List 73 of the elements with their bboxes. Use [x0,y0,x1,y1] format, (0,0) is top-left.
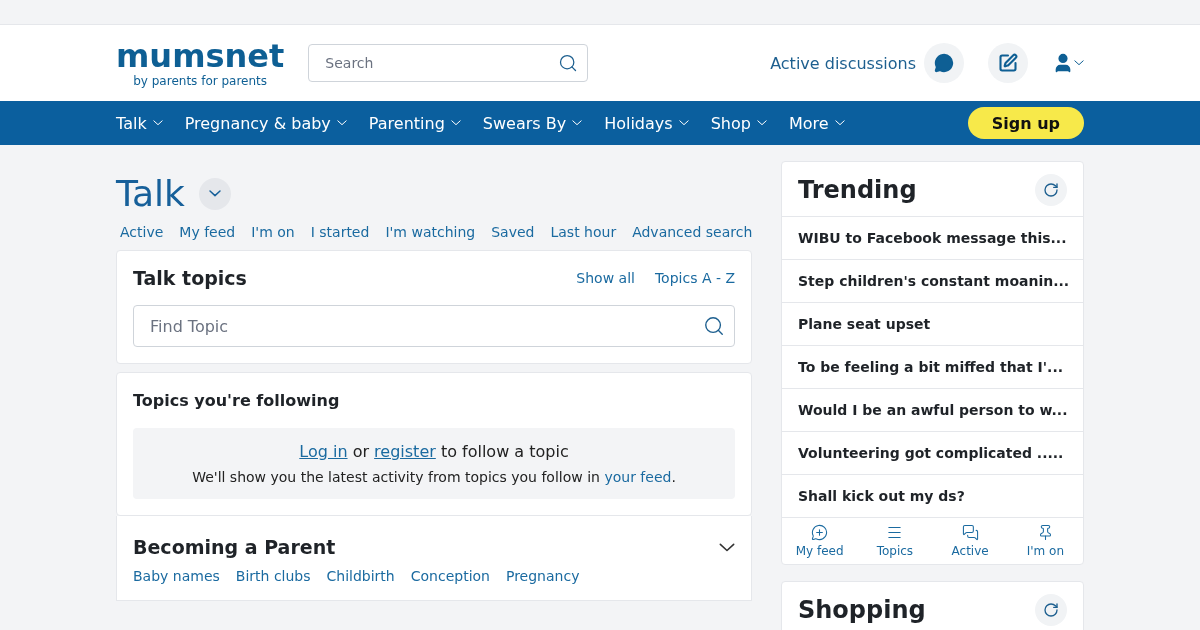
trending-thread-link[interactable]: Would I be an awful person to w... [782,389,1083,432]
topic-link[interactable]: Pregnancy [505,568,580,584]
refresh-icon [1043,182,1059,198]
trending-thread-link[interactable]: Step children's constant moanin... [782,260,1083,303]
tab[interactable]: My feed [782,524,858,558]
nav-item[interactable]: Holidays [604,113,689,133]
trending-thread-link[interactable]: Shall kick out my ds? [782,475,1083,518]
feed-link[interactable]: your feed [604,469,672,485]
register-link[interactable]: register [374,442,436,461]
logo[interactable]: mumsnet by parents for parents [116,37,285,89]
section-title: Becoming a Parent [133,536,336,558]
filter-link[interactable]: I'm watching [385,224,476,240]
chevron-icon [719,542,735,552]
login-prompt-text: Log in or register to follow a topic [298,442,570,461]
filter-link[interactable]: Saved [491,224,535,240]
tab[interactable]: Topics [857,524,933,558]
filter-link[interactable]: Last hour [550,224,617,240]
nav-item[interactable]: Talk [116,113,163,133]
nav-item[interactable]: Swears By [482,113,583,133]
active-discussions-link[interactable]: Active discussions [770,53,916,73]
card-title: Trending [798,176,917,204]
refresh-button[interactable] [1035,594,1067,626]
nav-item[interactable]: More [788,113,845,133]
topic-search-field[interactable]: Find Topic [133,305,735,347]
expand-button[interactable] [719,542,735,552]
card-title: Topics you're following [133,391,341,410]
tab[interactable]: I'm on [1007,524,1083,558]
pencil-icon [998,53,1018,73]
topic-link[interactable]: Birth clubs [235,568,311,584]
search-icon [703,315,725,337]
card-title: Shopping [798,596,926,624]
nav-item[interactable]: Parenting [368,113,461,133]
filter-link[interactable]: Advanced search [632,224,753,240]
chat-bubbles-icon [961,524,979,541]
chat-plus-icon [811,524,829,541]
filter-link[interactable]: Active [120,224,164,240]
refresh-icon [1043,602,1059,618]
caret-icon [336,120,347,126]
trending-thread-link[interactable]: Plane seat upset [782,303,1083,346]
topic-link[interactable]: Baby names [133,568,220,584]
trending-thread-link[interactable]: WIBU to Facebook message this... [782,217,1083,260]
filter-link[interactable]: I started [310,224,370,240]
trending-thread-link[interactable]: Volunteering got complicated ..... [782,432,1083,475]
topics-link[interactable]: Topics A - Z [654,270,735,286]
login-link[interactable]: Log in [299,442,348,461]
feed-note-text: We'll show you the latest activity from topics you follow in your feed. [191,469,677,485]
page-title: Talk [116,173,185,214]
nav-item[interactable]: Pregnancy & baby [184,113,347,133]
caret-icon [678,120,689,126]
caret-icon [450,120,461,126]
tab[interactable]: Active [932,524,1008,558]
caret-icon [572,120,583,126]
chat-button[interactable] [924,43,964,83]
caret-icon [152,120,163,126]
topics-link[interactable]: Show all [576,270,635,286]
topic-link[interactable]: Childbirth [326,568,395,584]
topic-link[interactable]: Conception [410,568,490,584]
menu-icon [886,524,904,541]
card-title: Talk topics [133,267,247,289]
search-icon [558,53,579,73]
compose-button[interactable] [988,43,1028,83]
chat-icon [934,53,954,73]
caret-icon [834,120,845,126]
filter-link[interactable]: My feed [179,224,236,240]
sign-up-button[interactable]: Sign up [967,107,1084,139]
nav-item[interactable]: Shop [710,113,767,133]
caret-icon [1074,60,1084,66]
refresh-button[interactable] [1035,174,1067,206]
filter-link[interactable]: I'm on [251,224,295,240]
search-field[interactable]: Search [308,44,589,82]
trending-thread-link[interactable]: To be feeling a bit miffed that I'... [782,346,1083,389]
caret-icon [208,190,221,197]
caret-icon [756,120,767,126]
